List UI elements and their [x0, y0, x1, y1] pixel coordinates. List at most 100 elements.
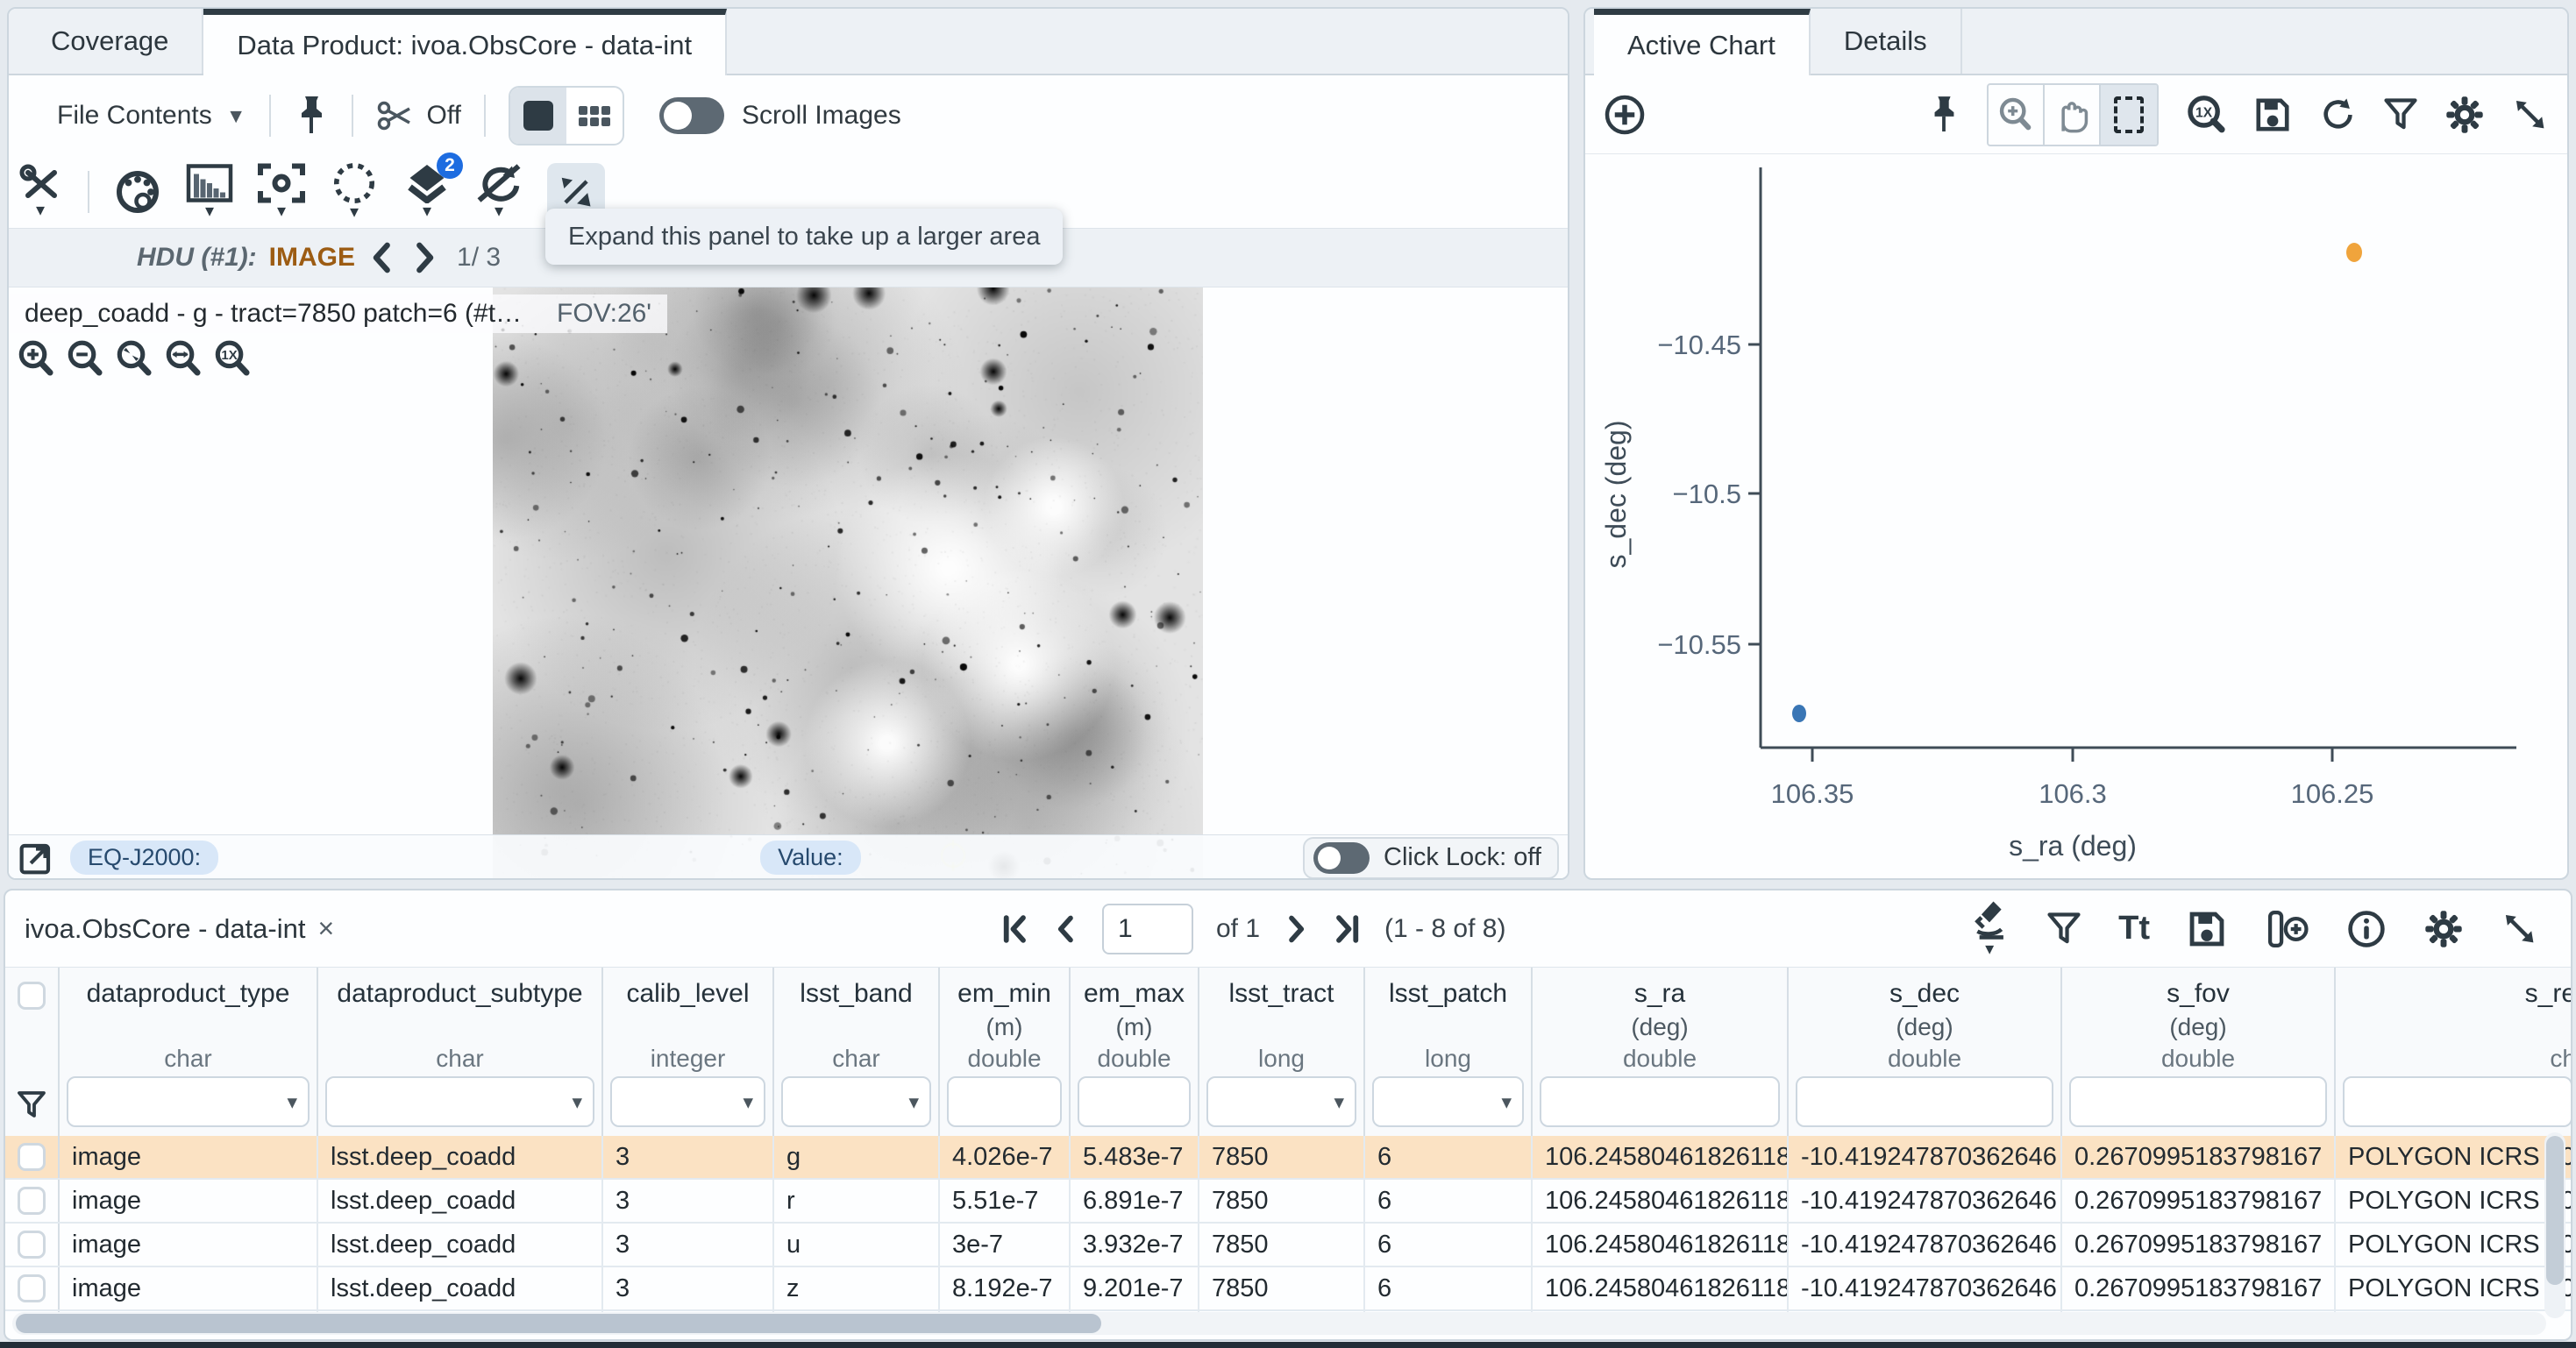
fits-image-viewer[interactable]: deep_coadd - g - tract=7850 patch=6 (#t…… [9, 287, 1568, 880]
table-row[interactable]: imagelsst.deep_coadd3g4.026e-75.483e-778… [5, 1136, 2571, 1180]
scatter-point-highlighted[interactable] [2346, 243, 2362, 262]
table-row[interactable]: imagelsst.deep_coadd3r5.51e-76.891e-7785… [5, 1180, 2571, 1224]
tools-button[interactable]: ▾ [18, 164, 63, 221]
click-lock-control[interactable]: Click Lock: off [1303, 837, 1559, 879]
filter-input[interactable] [1796, 1076, 2053, 1127]
click-lock-toggle[interactable] [1313, 842, 1370, 874]
table-save-button[interactable] [2187, 909, 2227, 949]
chart-save-button[interactable] [2253, 96, 2292, 134]
column-header[interactable]: lsst_bandchar [774, 968, 940, 1075]
filter-dropdown[interactable]: ▾ [610, 1076, 765, 1127]
chart-zoom-original-button[interactable]: 1X [2185, 94, 2227, 136]
column-header[interactable]: calib_levelinteger [603, 968, 774, 1075]
next-page-button[interactable] [1283, 913, 1309, 945]
column-header[interactable]: s_ra(deg)double [1533, 968, 1789, 1075]
chart-pan-button[interactable] [2045, 85, 2101, 145]
chart-refresh-button[interactable] [2318, 96, 2357, 134]
table-row[interactable]: imagelsst.deep_coadd3z8.192e-79.201e-778… [5, 1267, 2571, 1311]
select-region-button[interactable]: ▾ [330, 162, 379, 223]
column-header[interactable]: em_min(m)double [940, 968, 1071, 1075]
column-header[interactable]: em_max(m)double [1071, 968, 1199, 1075]
column-header[interactable]: s_rech [2336, 968, 2572, 1075]
readout-status-bar: EQ-J2000: Value: Click Lock: off [9, 834, 1568, 880]
grid-view-button[interactable] [566, 88, 623, 144]
recenter-button[interactable]: ▾ [258, 163, 305, 222]
scatter-point[interactable] [1792, 705, 1806, 722]
cut-toggle-button[interactable]: Off [376, 96, 461, 135]
column-header[interactable]: s_dec(deg)double [1789, 968, 2062, 1075]
astronomical-image[interactable] [493, 287, 1203, 880]
filter-input[interactable] [1078, 1076, 1191, 1127]
chart-settings-button[interactable] [2444, 95, 2485, 135]
column-header[interactable]: lsst_tractlong [1199, 968, 1365, 1075]
last-page-button[interactable] [1332, 913, 1362, 945]
table-info-button[interactable] [2346, 909, 2387, 949]
zoom-fit-button[interactable] [114, 338, 154, 379]
hdu-next-button[interactable] [409, 240, 439, 275]
select-all-checkbox[interactable] [18, 982, 46, 1010]
palette-button[interactable] [114, 168, 161, 216]
scrollbar-thumb[interactable] [16, 1314, 1101, 1333]
tab-details[interactable]: Details [1811, 9, 1962, 74]
page-number-input[interactable] [1102, 904, 1193, 954]
filter-dropdown[interactable]: ▾ [1206, 1076, 1356, 1127]
filter-dropdown[interactable]: ▾ [1372, 1076, 1524, 1127]
column-header[interactable]: dataproduct_subtypechar [318, 968, 603, 1075]
zoom-out-button[interactable] [65, 338, 105, 379]
scatter-chart[interactable]: −10.45 −10.5 −10.55 106.35 106.3 106.25 … [1585, 154, 2567, 873]
table-settings-button[interactable] [2423, 909, 2464, 949]
zoom-in-button[interactable] [16, 338, 56, 379]
zoom-fill-button[interactable] [163, 338, 203, 379]
scroll-images-toggle[interactable] [659, 97, 724, 134]
column-header[interactable]: s_fov(deg)double [2062, 968, 2336, 1075]
table-expand-button[interactable] [2501, 910, 2539, 948]
table-close-icon[interactable]: × [317, 912, 334, 945]
column-header[interactable]: lsst_patchlong [1365, 968, 1533, 1075]
filter-dropdown[interactable]: ▾ [781, 1076, 931, 1127]
refresh-icon [2318, 96, 2357, 134]
layers-button[interactable]: 2 ▾ [403, 163, 451, 222]
add-column-button[interactable] [2264, 909, 2309, 949]
prev-page-button[interactable] [1053, 913, 1079, 945]
row-checkbox[interactable] [18, 1143, 46, 1171]
popout-readout-button[interactable] [18, 840, 54, 876]
single-view-button[interactable] [510, 88, 566, 144]
chart-filter-button[interactable] [2383, 96, 2418, 134]
tab-active-chart[interactable]: Active Chart [1594, 9, 1811, 75]
filter-input[interactable] [947, 1076, 1062, 1127]
tab-data-product[interactable]: Data Product: ivoa.ObsCore - data-int [203, 9, 727, 75]
grid-view-icon [579, 106, 610, 126]
pin-icon[interactable] [294, 95, 329, 137]
filter-icon [17, 1089, 46, 1122]
x-tick-label: 106.35 [1771, 778, 1854, 809]
tab-coverage[interactable]: Coverage [18, 9, 203, 74]
filter-dropdown[interactable]: ▾ [325, 1076, 594, 1127]
table-horizontal-scrollbar[interactable] [12, 1312, 2546, 1335]
filter-input[interactable] [2069, 1076, 2327, 1127]
pin-chart-button[interactable] [1927, 95, 1960, 135]
filter-dropdown[interactable]: ▾ [67, 1076, 310, 1127]
first-page-button[interactable] [1000, 913, 1030, 945]
row-checkbox[interactable] [18, 1274, 46, 1302]
table-filter-button[interactable] [2046, 910, 2081, 948]
filter-input[interactable] [1540, 1076, 1780, 1127]
rotate-off-button[interactable]: ▾ [475, 163, 523, 222]
chart-expand-button[interactable] [2511, 96, 2550, 134]
add-chart-button[interactable] [1603, 93, 1647, 137]
column-header[interactable]: dataproduct_typechar [60, 968, 318, 1075]
filter-input[interactable] [2343, 1076, 2572, 1127]
file-contents-dropdown[interactable]: File Contents ▼ [57, 101, 246, 131]
zoom-1x-button[interactable]: 1X [212, 338, 253, 379]
row-checkbox[interactable] [18, 1231, 46, 1259]
save-icon [2253, 96, 2292, 134]
x-axis-title: s_ra (deg) [2009, 830, 2137, 862]
chart-zoom-button[interactable] [1989, 85, 2045, 145]
inspect-button[interactable]: ▾ [1969, 897, 2010, 960]
table-row[interactable]: imagelsst.deep_coadd3u3e-73.932e-7785061… [5, 1224, 2571, 1267]
stretch-button[interactable]: ▾ [186, 163, 233, 222]
hdu-prev-button[interactable] [367, 240, 397, 275]
row-checkbox[interactable] [18, 1187, 46, 1215]
chart-select-button[interactable] [2101, 85, 2157, 145]
text-view-button[interactable]: Tt [2118, 910, 2150, 947]
table-vertical-scrollbar[interactable] [2544, 1132, 2565, 1318]
